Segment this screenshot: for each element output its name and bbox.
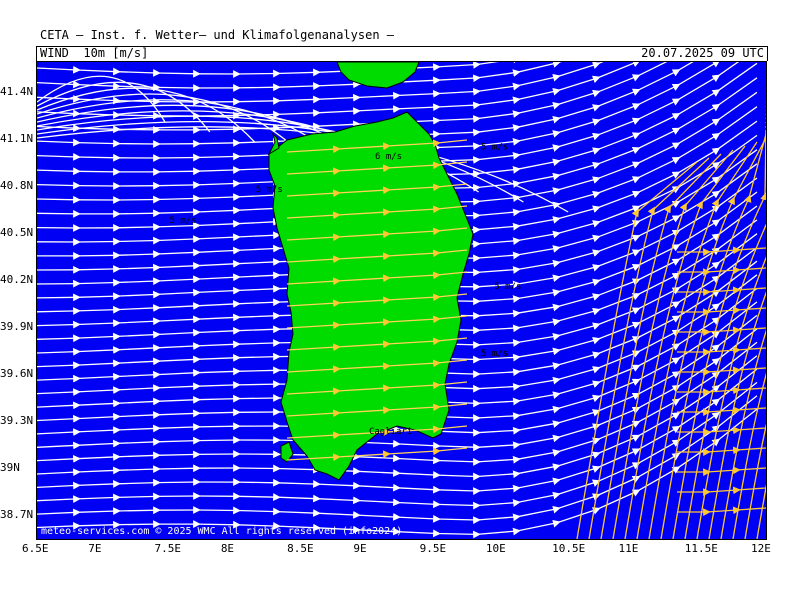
- lat-tick-label: 40.8N: [0, 179, 34, 193]
- lat-tick-label: 39.3N: [0, 413, 34, 427]
- lon-tick-label: 12E: [751, 542, 771, 555]
- contour-label: 5 m/s: [481, 143, 508, 153]
- lon-tick-label: 6.5E: [22, 542, 49, 555]
- lon-tick-label: 11.5E: [684, 542, 718, 555]
- lon-tick-label: 9.5E: [419, 542, 447, 555]
- copyright-text: meteo-services.com © 2025 WMC All rights…: [41, 526, 402, 537]
- lon-tick-label: 9E: [353, 542, 367, 555]
- chart-title: CETA – Inst. f. Wetter– und Klimafolgena…: [40, 28, 395, 42]
- city-label-cagliari: Cagliari: [369, 427, 412, 437]
- contour-label: 6 m/s: [375, 152, 402, 162]
- contour-label: 5 m/s: [494, 282, 521, 292]
- lon-tick-label: 8.5E: [287, 542, 314, 555]
- lat-tick-label: 40.5N: [0, 226, 34, 240]
- lon-tick-label: 11E: [618, 542, 639, 555]
- lat-tick-label: 38.7N: [0, 507, 34, 521]
- contour-label: 5 m/s: [256, 185, 283, 195]
- lat-tick-label: 39.9N: [0, 319, 34, 333]
- lon-tick-label: 7E: [88, 542, 102, 555]
- variable-label: WIND 10m [m/s]: [40, 46, 149, 60]
- lon-tick-label: 7.5E: [154, 542, 182, 555]
- map-canvas: 6 m/s5 m/s5 m/s5 m/s5 m/s5 m/s Cagliari …: [37, 62, 766, 539]
- lon-tick-label: 10E: [485, 542, 506, 555]
- lon-tick-label: 10.5E: [552, 542, 586, 555]
- lat-tick-label: 39N: [0, 460, 20, 474]
- wind-map: 6 m/s 5 m/s 5 m/s 5 m/s 5 m/s 5 m/s Cagliari …: [36, 61, 767, 540]
- lat-tick-label: 41.4N: [0, 85, 34, 99]
- contour-label: 5 m/s: [170, 216, 197, 226]
- contour-label: 5 m/s: [481, 349, 508, 359]
- lat-tick-label: 40.2N: [0, 272, 34, 286]
- lat-tick-label: 41.1N: [0, 132, 34, 146]
- timestamp: 20.07.2025 09 UTC: [641, 46, 764, 60]
- lat-tick-label: 39.6N: [0, 366, 34, 380]
- lon-tick-label: 8E: [220, 542, 235, 555]
